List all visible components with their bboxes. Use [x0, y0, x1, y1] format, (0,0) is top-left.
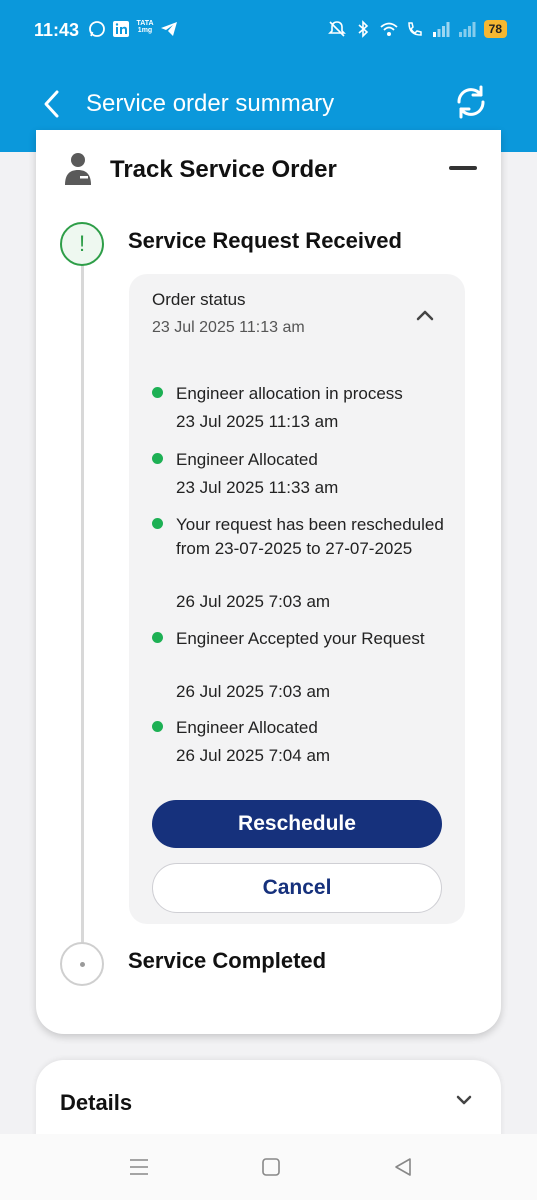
- track-order-title: Track Service Order: [110, 156, 337, 183]
- refresh-button[interactable]: [451, 82, 491, 122]
- status-dot: [152, 518, 163, 529]
- status-dot: [152, 387, 163, 398]
- signal-icon: [432, 22, 450, 37]
- back-button[interactable]: [34, 84, 68, 124]
- step-title: Service Completed: [128, 948, 327, 973]
- whatsapp-icon: [89, 21, 105, 37]
- status-dot: [152, 632, 163, 643]
- step-title: Service Request Received: [128, 228, 402, 253]
- order-status-panel: Order status 23 Jul 2025 11:13 am Engine…: [129, 274, 465, 924]
- back-triangle-icon[interactable]: [392, 1156, 414, 1178]
- status-time: 11:43: [34, 20, 80, 40]
- telegram-icon: [161, 22, 177, 36]
- details-card[interactable]: Details: [36, 1060, 501, 1140]
- event-text: Engineer Allocated: [176, 718, 318, 737]
- home-square-icon[interactable]: [260, 1156, 282, 1178]
- system-nav-bar: [0, 1134, 537, 1200]
- user-icon: [65, 153, 91, 185]
- linkedin-icon: [113, 21, 129, 37]
- track-order-card: Track Service Order ! Service Request Re…: [36, 130, 501, 1034]
- event-time: 26 Jul 2025 7:04 am: [176, 746, 331, 765]
- collapse-icon[interactable]: [449, 166, 477, 170]
- event-text: Engineer Allocated: [176, 450, 318, 469]
- status-dot: [152, 453, 163, 464]
- event-time: 26 Jul 2025 7:03 am: [176, 682, 331, 701]
- event-text: Engineer Accepted your Request: [176, 629, 425, 648]
- bluetooth-icon: [358, 20, 368, 38]
- exclamation-icon: !: [60, 222, 104, 266]
- chevron-down-icon[interactable]: [455, 1094, 473, 1106]
- pending-step-icon: [60, 942, 104, 986]
- page-title: Service order summary: [86, 90, 335, 117]
- reschedule-button[interactable]: Reschedule: [152, 800, 442, 848]
- track-order-header[interactable]: Track Service Order: [60, 152, 477, 188]
- status-bar: 11:43 TATA 1mg 78: [0, 0, 537, 62]
- order-status-date: 23 Jul 2025 11:13 am: [152, 319, 305, 336]
- signal-icon: [458, 22, 476, 37]
- chevron-left-icon: [44, 90, 59, 118]
- event-time: 23 Jul 2025 11:13 am: [176, 412, 339, 431]
- details-title: Details: [60, 1090, 133, 1115]
- wifi-icon: [380, 22, 398, 36]
- status-dot: [152, 721, 163, 732]
- chevron-up-icon[interactable]: [415, 308, 435, 322]
- event-text: Engineer allocation in process: [176, 384, 403, 403]
- system-icons: 78: [327, 20, 507, 38]
- tata-1mg-icon: TATA 1mg: [136, 20, 154, 34]
- mute-icon: [327, 21, 346, 37]
- timeline-line: [81, 265, 84, 945]
- volte-icon: [407, 22, 422, 36]
- menu-icon[interactable]: [128, 1156, 150, 1178]
- pending-dot: [80, 962, 85, 967]
- notification-icons: TATA 1mg: [88, 20, 178, 38]
- order-status-label: Order status: [152, 290, 246, 309]
- battery-icon: 78: [483, 20, 507, 38]
- event-time: 26 Jul 2025 7:03 am: [176, 592, 331, 611]
- cancel-button[interactable]: Cancel: [152, 863, 442, 913]
- refresh-icon: [457, 85, 485, 119]
- event-text: Your request has been rescheduled from 2…: [176, 515, 444, 558]
- event-time: 23 Jul 2025 11:33 am: [176, 478, 339, 497]
